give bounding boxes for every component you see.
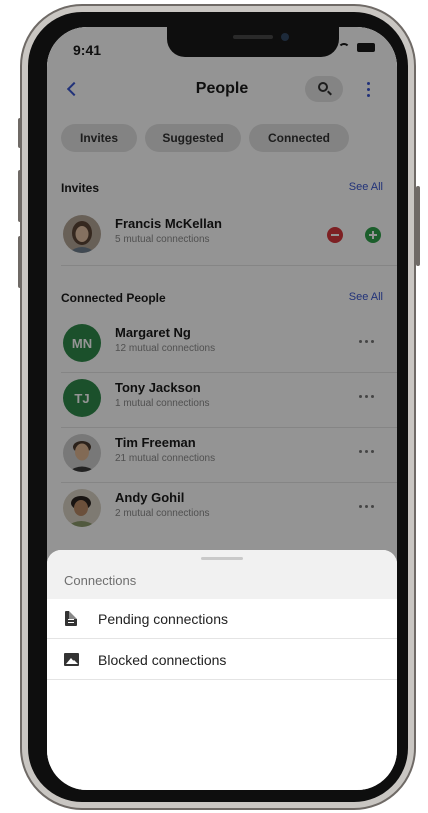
- phone-side-button: [18, 118, 22, 148]
- speaker: [233, 35, 273, 39]
- drag-handle[interactable]: [201, 557, 243, 560]
- document-icon: [65, 611, 77, 626]
- sheet-item-label: Blocked connections: [98, 652, 227, 668]
- pending-connections-item[interactable]: Pending connections: [47, 599, 397, 639]
- sheet-header: Connections: [47, 550, 397, 599]
- phone-side-button: [416, 186, 420, 266]
- image-icon: [64, 653, 79, 666]
- sheet-item-label: Pending connections: [98, 611, 228, 627]
- notch: [167, 27, 339, 57]
- sheet-title: Connections: [64, 573, 137, 588]
- blocked-connections-item[interactable]: Blocked connections: [47, 640, 397, 680]
- phone-screen: 9:41 People Invites Suggested Connected …: [47, 27, 397, 790]
- phone-side-button: [18, 170, 22, 222]
- phone-side-button: [18, 236, 22, 288]
- camera: [281, 33, 289, 41]
- connections-bottom-sheet: Connections Pending connections Blocked …: [47, 550, 397, 790]
